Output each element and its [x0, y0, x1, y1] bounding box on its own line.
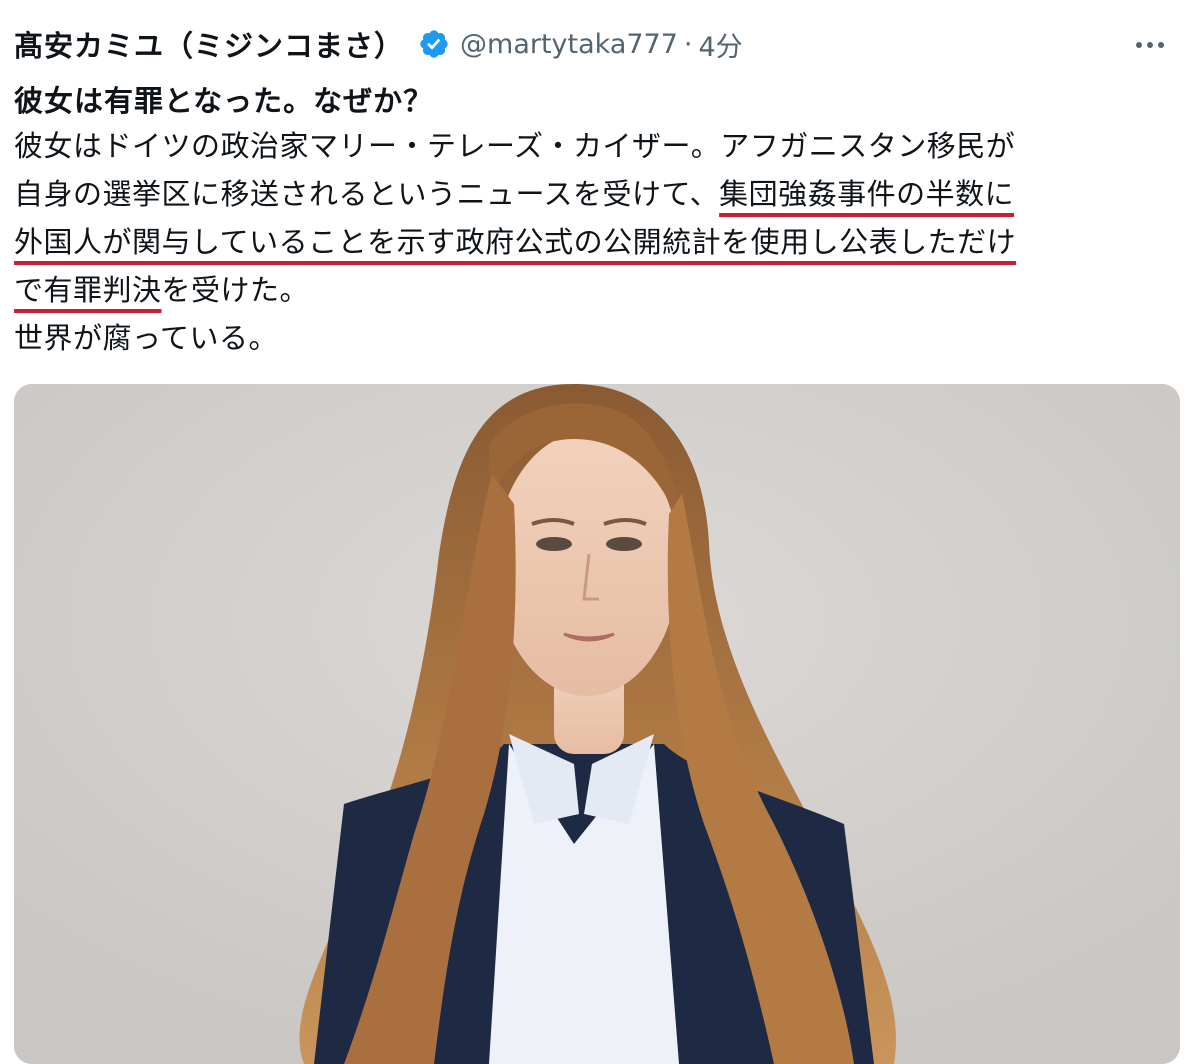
tweet-header: 髙安カミユ（ミジンコまさ） @martytaka777 · 4分 — [14, 22, 1186, 66]
underlined-text: で有罪判決 — [14, 273, 162, 307]
portrait-photo — [14, 384, 1180, 1064]
tweet-title: 彼女は有罪となった。なぜか？ — [14, 84, 434, 118]
tweet-line-3: 外国人が関与していることを示す政府公式の公開統計を使用し公表しただけ — [14, 218, 1189, 266]
timestamp[interactable]: 4分 — [699, 25, 743, 64]
tweet-line-4-text: を受けた。 — [161, 273, 310, 307]
tweet-photo[interactable] — [14, 384, 1180, 1064]
user-handle[interactable]: @martytaka777 — [460, 29, 678, 60]
underlined-text: 集団強姦事件の半数に — [719, 177, 1015, 211]
tweet-line-4: で有罪判決を受けた。 — [14, 266, 1189, 314]
display-name[interactable]: 髙安カミユ（ミジンコまさ） — [14, 23, 404, 65]
tweet-line-1: 彼女はドイツの政治家マリー・テレーズ・カイザー。アフガニスタン移民が — [14, 129, 1016, 163]
underlined-text: 外国人が関与していることを示す政府公式の公開統計を使用し公表しただけ — [14, 225, 1017, 259]
more-horizontal-icon[interactable] — [1130, 28, 1170, 62]
tweet-line-2-text: 自身の選挙区に移送されるというニュースを受けて、 — [14, 177, 720, 211]
tweet-line-5: 世界が腐っている。 — [14, 321, 279, 355]
tweet-text: 彼女はドイツの政治家マリー・テレーズ・カイザー。アフガニスタン移民が 自身の選挙… — [14, 122, 1189, 362]
separator-dot: · — [683, 28, 693, 60]
verified-badge-icon — [420, 30, 448, 58]
tweet-line-2: 自身の選挙区に移送されるというニュースを受けて、集団強姦事件の半数に — [14, 170, 1189, 218]
